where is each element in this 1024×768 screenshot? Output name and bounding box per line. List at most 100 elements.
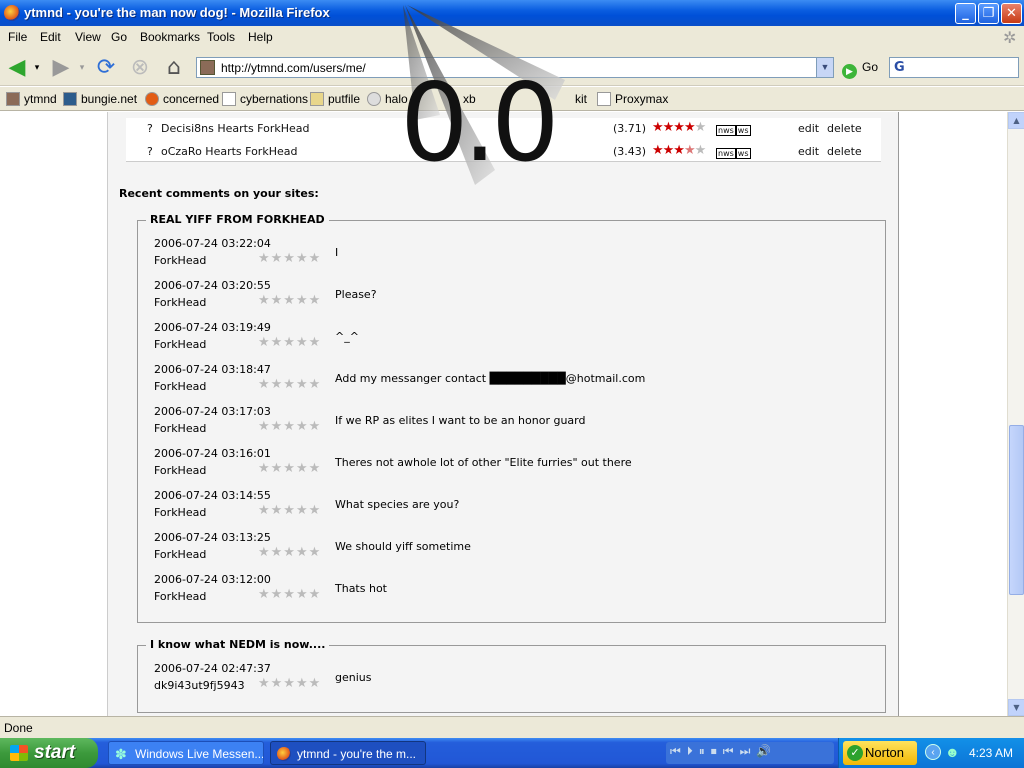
section-title-link[interactable]: REAL YIFF FROM FORKHEAD [146,213,329,226]
nws-badges: nws ws [716,148,751,159]
site-name[interactable]: oCzaRo Hearts ForkHead [161,145,297,158]
site-q: ? [147,122,153,135]
bookmark-ytmnd[interactable]: ytmnd [6,92,57,106]
edit-link[interactable]: edit [798,145,819,158]
back-arrow-icon[interactable]: ◀ [4,55,30,81]
clock[interactable]: 4:23 AM [969,746,1013,760]
menu-view[interactable]: View [75,30,101,44]
menu-go[interactable]: Go [111,30,127,44]
comment-author[interactable]: ForkHead [154,506,206,519]
navigation-toolbar: ◀ ▾ ▶ ▾ ⟳ ⊗ ⌂ http://ytmnd.com/users/me/… [0,48,1024,86]
back-dropdown-icon[interactable]: ▾ [30,55,44,81]
rating-stars[interactable]: ★★★★★ [258,251,321,266]
task-messenger[interactable]: ✽ Windows Live Messen... [108,741,264,765]
rating-stars[interactable]: ★★★★★ [258,503,321,518]
url-text[interactable]: http://ytmnd.com/users/me/ [221,61,366,75]
checkmark-icon: ✓ [847,745,863,761]
rating-stars[interactable]: ★★★★★ [258,335,321,350]
comment-author[interactable]: ForkHead [154,548,206,561]
tray-expand-icon[interactable]: ‹ [925,744,941,760]
delete-link[interactable]: delete [827,122,862,135]
recent-comments-heading: Recent comments on your sites: [119,187,319,200]
firefox-icon [277,747,291,761]
edit-link[interactable]: edit [798,122,819,135]
taskbar: start ✽ Windows Live Messen... ytmnd - yo… [0,738,1024,768]
media-controls: ⏮⏵⏸⏹⏮⏭🔊 [666,742,834,764]
comment-text: If we RP as elites I want to be an honor… [335,414,586,427]
norton-button[interactable]: ✓ Norton [843,741,917,765]
comment-author[interactable]: ForkHead [154,296,206,309]
messenger-tray-icon[interactable]: ☻ [945,744,960,760]
rating-stars[interactable]: ★★★★★ [258,461,321,476]
rating-stars[interactable]: ★★★★★ [258,419,321,434]
home-icon[interactable]: ⌂ [161,55,187,81]
scroll-thumb[interactable] [1009,425,1024,595]
comment-author[interactable]: ForkHead [154,254,206,267]
messenger-icon: ✽ [115,746,127,762]
bookmark-proxymax[interactable]: Proxymax [597,92,668,106]
bookmark-bungie[interactable]: bungie.net [63,92,137,106]
menu-tools[interactable]: Tools [207,30,235,44]
go-button[interactable]: ▶ Go [842,60,878,79]
menu-edit[interactable]: Edit [40,30,61,44]
stop-icon[interactable]: ⊗ [127,55,153,81]
comment-author[interactable]: ForkHead [154,422,206,435]
comment-author[interactable]: ForkHead [154,590,206,603]
bookmark-halo[interactable]: halo [367,92,408,106]
status-bar: Done [0,716,1024,738]
forward-dropdown-icon[interactable]: ▾ [75,55,89,81]
firefox-icon [4,5,20,21]
site-name[interactable]: Decisi8ns Hearts ForkHead [161,122,310,135]
url-bar[interactable]: http://ytmnd.com/users/me/ ▼ [196,57,834,78]
scroll-up-icon[interactable]: ▲ [1008,112,1024,129]
comment-row: 2006-07-24 03:20:55 ForkHead ★★★★★ Please? [154,279,377,309]
menu-help[interactable]: Help [248,30,273,44]
page-viewport[interactable]: ? Decisi8ns Hearts ForkHead (3.71) ★★★★★… [0,112,1007,716]
forward-arrow-icon[interactable]: ▶ [48,55,74,81]
rating-stars[interactable]: ★★★★★ [258,293,321,308]
comment-section: REAL YIFF FROM FORKHEAD 2006-07-24 03:22… [137,213,886,623]
menu-bookmarks[interactable]: Bookmarks [140,30,200,44]
bookmark-xb[interactable]: xb [463,92,476,106]
bookmark-kit[interactable]: kit [575,92,587,106]
concerned-icon [145,92,159,106]
comment-author[interactable]: ForkHead [154,464,206,477]
rating-stars[interactable]: ★★★★★ [258,377,321,392]
bookmark-cybernations[interactable]: cybernations [222,92,308,106]
reload-icon[interactable]: ⟳ [93,55,119,81]
google-search-icon: G [894,60,905,75]
comment-author[interactable]: ForkHead [154,380,206,393]
scroll-down-icon[interactable]: ▼ [1008,699,1024,716]
start-button[interactable]: start [0,738,98,768]
section-title-link[interactable]: I know what NEDM is now.... [146,638,330,651]
comment-row: 2006-07-24 03:22:04 ForkHead ★★★★★ I [154,237,339,267]
close-button[interactable]: ✕ [1001,3,1022,24]
comment-text: Theres not awhole lot of other "Elite fu… [335,456,632,469]
nws-badges: nws ws [716,125,751,136]
site-row: ? oCzaRo Hearts ForkHead (3.43) ★★★★★ nw… [147,143,867,163]
go-arrow-icon: ▶ [842,64,857,79]
sites-table: ? Decisi8ns Hearts ForkHead (3.71) ★★★★★… [126,118,881,162]
menu-file[interactable]: File [8,30,27,44]
comment-row: 2006-07-24 03:13:25 ForkHead ★★★★★ We shoul… [154,531,471,561]
delete-link[interactable]: delete [827,145,862,158]
task-firefox[interactable]: ytmnd - you're the m... [270,741,426,765]
search-input[interactable]: G [889,57,1019,78]
url-dropdown-icon[interactable]: ▼ [816,58,833,77]
comment-text: What species are you? [335,498,460,511]
ytmnd-icon [6,92,20,106]
comment-text: ^_^ [335,330,359,343]
vertical-scrollbar[interactable]: ▲ ▼ [1007,112,1024,716]
rating-stars[interactable]: ★★★★★ [258,676,321,691]
bookmark-concerned[interactable]: concerned [145,92,219,106]
comment-author[interactable]: dk9i43ut9fj5943 [154,679,245,692]
page-icon [597,92,611,106]
maximize-button[interactable]: ❐ [978,3,999,24]
comment-author[interactable]: ForkHead [154,338,206,351]
rating-stars[interactable]: ★★★★★ [258,587,321,602]
media-buttons-icon[interactable]: ⏮⏵⏸⏹⏮⏭🔊 [670,744,777,759]
rating-stars[interactable]: ★★★★★ [258,545,321,560]
window-titlebar[interactable]: ytmnd - you're the man now dog! - Mozill… [0,0,1024,26]
minimize-button[interactable]: _ [955,3,976,24]
bookmark-putfile[interactable]: putfile [310,92,360,106]
